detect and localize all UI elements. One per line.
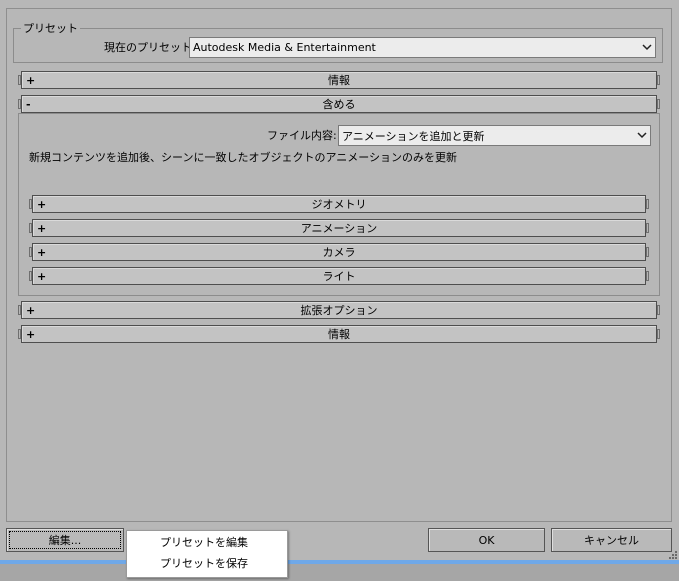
current-preset-label: 現在のプリセット: xyxy=(104,41,196,54)
rollout-info-bottom[interactable]: + 情報 xyxy=(21,325,657,343)
rollout-tab-right xyxy=(657,75,660,85)
ok-button[interactable]: OK xyxy=(428,528,545,552)
preset-context-menu: プリセットを編集 プリセットを保存 xyxy=(126,530,288,578)
rollout-title: アニメーション xyxy=(300,222,378,235)
rollout-title: 情報 xyxy=(328,74,350,87)
rollout-tab-right xyxy=(657,305,660,315)
chevron-down-icon xyxy=(634,132,650,139)
preset-group-title: プリセット xyxy=(21,22,80,35)
rollout-tab-right xyxy=(646,271,649,281)
rollout-tab-right xyxy=(646,223,649,233)
rollout-title: 拡張オプション xyxy=(300,304,378,317)
rollout-title: ジオメトリ xyxy=(311,198,367,211)
rollout-animation[interactable]: + アニメーション xyxy=(32,219,646,237)
rollout-title: 情報 xyxy=(328,328,350,341)
rollout-include[interactable]: - 含める xyxy=(21,95,657,113)
file-content-label: ファイル内容: xyxy=(267,129,337,142)
file-content-value: アニメーションを追加と更新 xyxy=(342,129,485,143)
edit-button[interactable]: 編集... xyxy=(6,528,124,552)
rollout-info-top[interactable]: + 情報 xyxy=(21,71,657,89)
expand-sign: + xyxy=(26,73,36,87)
resize-grip-icon[interactable] xyxy=(666,548,678,560)
file-content-dropdown[interactable]: アニメーションを追加と更新 xyxy=(338,125,651,146)
rollout-light[interactable]: + ライト xyxy=(32,267,646,285)
collapse-sign: - xyxy=(26,97,31,111)
rollout-tab-right xyxy=(646,199,649,209)
rollout-advanced-options[interactable]: + 拡張オプション xyxy=(21,301,657,319)
include-description: 新規コンテンツを追加後、シーンに一致したオブジェクトのアニメーションのみを更新 xyxy=(29,151,458,164)
expand-sign: + xyxy=(37,245,47,259)
rollout-geometry[interactable]: + ジオメトリ xyxy=(32,195,646,213)
rollout-camera[interactable]: + カメラ xyxy=(32,243,646,261)
chevron-down-icon xyxy=(639,44,655,51)
current-preset-value: Autodesk Media & Entertainment xyxy=(193,41,376,54)
rollout-title: カメラ xyxy=(322,246,356,259)
rollout-title: ライト xyxy=(322,270,356,283)
cancel-button[interactable]: キャンセル xyxy=(551,528,672,552)
expand-sign: + xyxy=(37,269,47,283)
expand-sign: + xyxy=(37,197,47,211)
current-preset-dropdown[interactable]: Autodesk Media & Entertainment xyxy=(189,37,656,58)
rollout-tab-right xyxy=(657,329,660,339)
expand-sign: + xyxy=(26,303,36,317)
menu-item-edit-preset[interactable]: プリセットを編集 xyxy=(127,533,287,553)
rollout-title: 含める xyxy=(322,98,356,111)
menu-item-save-preset[interactable]: プリセットを保存 xyxy=(127,554,287,574)
window-bottom-strip xyxy=(0,564,679,581)
rollout-tab-right xyxy=(646,247,649,257)
expand-sign: + xyxy=(26,327,36,341)
rollout-tab-right xyxy=(657,99,660,109)
expand-sign: + xyxy=(37,221,47,235)
